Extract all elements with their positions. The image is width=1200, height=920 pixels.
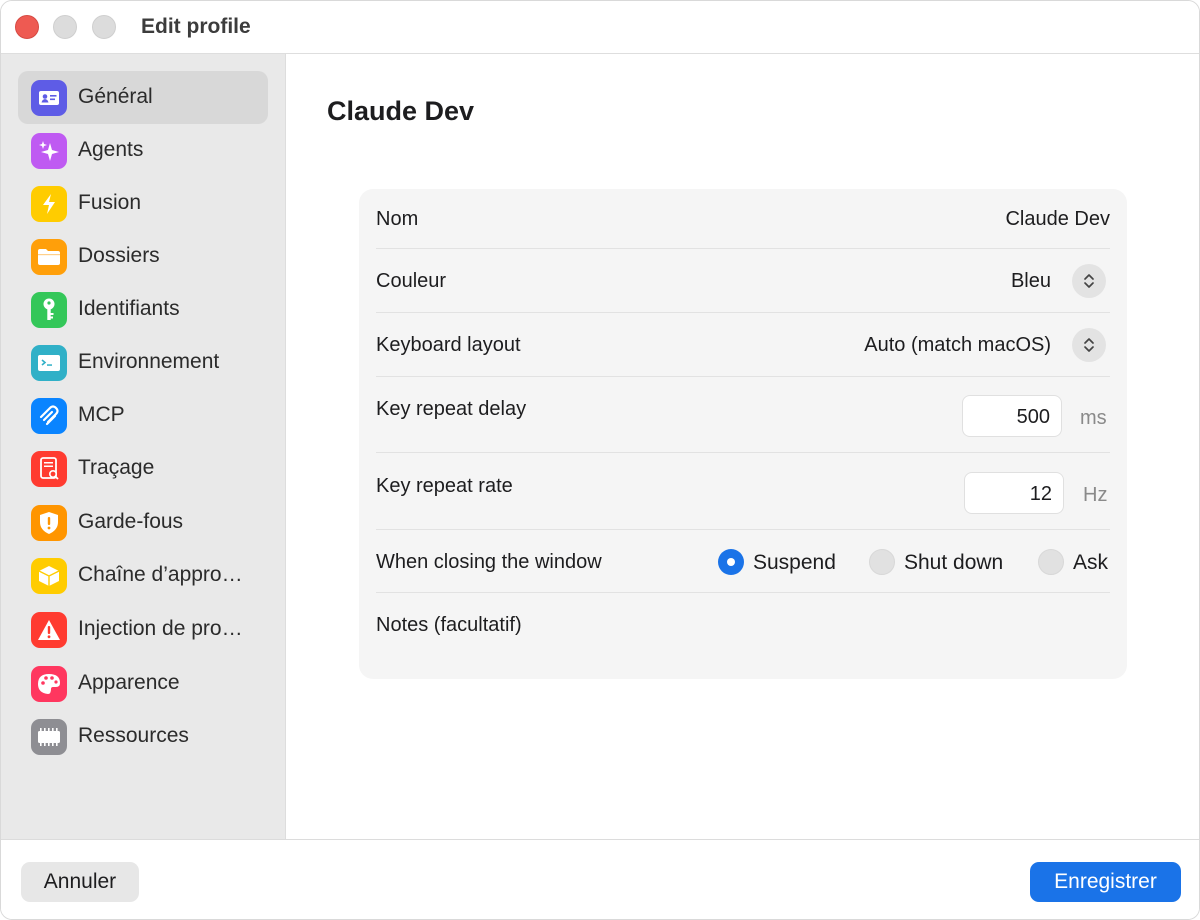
name-label: Nom — [376, 208, 419, 230]
sidebar-item-ressources[interactable]: Ressources — [18, 710, 268, 763]
sidebar-item-mcp[interactable]: MCP — [18, 389, 268, 442]
key-repeat-delay-unit: ms — [1080, 407, 1107, 429]
bolt-icon — [31, 186, 67, 222]
sidebar-item-label: Ressources — [78, 724, 189, 747]
sidebar-item-general[interactable]: Général — [18, 71, 268, 124]
sidebar-item-label: Injection de pro… — [78, 617, 243, 640]
contact-card-icon — [31, 80, 67, 116]
sidebar-item-garde-fous[interactable]: Garde-fous — [18, 496, 268, 549]
sidebar-item-dossiers[interactable]: Dossiers — [18, 230, 268, 283]
radio-shut-down-label[interactable]: Shut down — [904, 551, 1003, 575]
sidebar-item-label: MCP — [78, 403, 125, 426]
radio-ask-label[interactable]: Ask — [1073, 551, 1108, 575]
sidebar-item-fusion[interactable]: Fusion — [18, 177, 268, 230]
color-select-value[interactable]: Bleu — [1011, 270, 1051, 293]
radio-shut-down[interactable] — [869, 549, 895, 575]
sidebar-item-agents[interactable]: Agents — [18, 124, 268, 177]
notes-label: Notes (facultatif) — [376, 614, 522, 636]
sidebar-item-label: Traçage — [78, 456, 155, 479]
divider — [376, 248, 1110, 249]
divider — [376, 529, 1110, 530]
edit-profile-window: Edit profile Général Agents Fusion Dossi… — [0, 0, 1200, 920]
sidebar-item-tracage[interactable]: Traçage — [18, 442, 268, 495]
memory-chip-icon — [31, 719, 67, 755]
sidebar-item-label: Général — [78, 85, 153, 108]
keyboard-layout-select-value[interactable]: Auto (match macOS) — [864, 334, 1051, 357]
radio-suspend[interactable] — [718, 549, 744, 575]
sidebar-item-label: Apparence — [78, 671, 180, 694]
key-repeat-rate-label: Key repeat rate — [376, 475, 513, 497]
sidebar-item-label: Dossiers — [78, 244, 160, 267]
folder-icon — [31, 239, 67, 275]
notes-field[interactable] — [710, 614, 1110, 654]
key-repeat-delay-label: Key repeat delay — [376, 398, 527, 420]
sidebar-item-label: Agents — [78, 138, 144, 161]
sidebar-item-label: Chaîne d’appro… — [78, 563, 243, 586]
main-content: Claude Dev Nom Claude Dev Couleur Bleu K… — [286, 54, 1199, 839]
shield-alert-icon — [31, 505, 67, 541]
sidebar-item-identifiants[interactable]: Identifiants — [18, 283, 268, 336]
name-field[interactable]: Claude Dev — [1005, 208, 1110, 231]
trace-document-icon — [31, 451, 67, 487]
key-icon — [31, 292, 67, 328]
sidebar-item-apparence[interactable]: Apparence — [18, 657, 268, 710]
cancel-button[interactable]: Annuler — [21, 862, 139, 902]
close-window-button[interactable] — [15, 15, 39, 39]
minimize-window-button[interactable] — [53, 15, 77, 39]
divider — [376, 592, 1110, 593]
terminal-icon — [31, 345, 67, 381]
radio-suspend-label[interactable]: Suspend — [753, 551, 836, 575]
sidebar-item-label: Fusion — [78, 191, 142, 214]
sidebar-item-chaine-approvisionnement[interactable]: Chaîne d’appro… — [18, 549, 268, 602]
sparkles-icon — [31, 133, 67, 169]
profile-form-card: Nom Claude Dev Couleur Bleu Keyboard lay… — [359, 189, 1127, 679]
page-title: Claude Dev — [327, 96, 475, 126]
key-repeat-delay-input[interactable]: 500 — [962, 395, 1062, 437]
divider — [376, 376, 1110, 377]
warning-triangle-icon — [31, 612, 67, 648]
zoom-window-button[interactable] — [92, 15, 116, 39]
color-label: Couleur — [376, 270, 447, 292]
mcp-icon — [31, 398, 67, 434]
sidebar-item-environnement[interactable]: Environnement — [18, 336, 268, 389]
title-bar: Edit profile — [1, 1, 1199, 54]
sidebar-item-label: Garde-fous — [78, 510, 184, 533]
key-repeat-rate-unit: Hz — [1083, 484, 1108, 506]
sidebar-item-injection-prompt[interactable]: Injection de pro… — [18, 603, 268, 656]
window-title: Edit profile — [141, 15, 251, 38]
divider — [376, 452, 1110, 453]
package-icon — [31, 558, 67, 594]
color-select-chevron-icon[interactable] — [1072, 264, 1106, 298]
divider — [376, 312, 1110, 313]
keyboard-layout-chevron-icon[interactable] — [1072, 328, 1106, 362]
sidebar: Général Agents Fusion Dossiers Identifia — [1, 54, 286, 839]
palette-icon — [31, 666, 67, 702]
save-button[interactable]: Enregistrer — [1030, 862, 1181, 902]
keyboard-layout-label: Keyboard layout — [376, 334, 521, 356]
sidebar-item-label: Environnement — [78, 350, 220, 373]
sidebar-item-label: Identifiants — [78, 297, 180, 320]
closing-behavior-label: When closing the window — [376, 551, 602, 573]
key-repeat-rate-input[interactable]: 12 — [964, 472, 1064, 514]
radio-ask[interactable] — [1038, 549, 1064, 575]
footer: Annuler Enregistrer — [1, 839, 1199, 919]
